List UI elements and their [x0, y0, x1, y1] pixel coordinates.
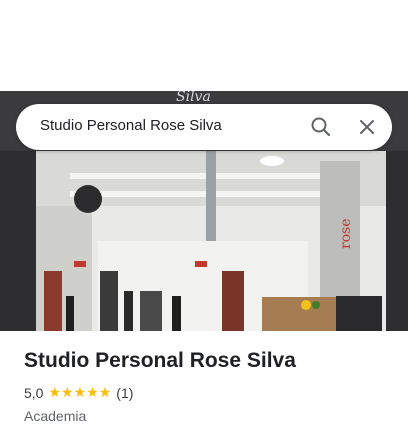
- star-icon: ★: [48, 385, 62, 401]
- wall-fan: [74, 185, 102, 213]
- person: [66, 296, 74, 331]
- ceiling-beam: [70, 173, 320, 179]
- place-info: Studio Personal Rose Silva 5,0 ★ ★ ★ ★ ★…: [24, 346, 394, 424]
- star-icon: ★: [86, 385, 99, 401]
- cabinet: [336, 296, 382, 331]
- fruit: [301, 300, 311, 310]
- star-icon: ★: [61, 385, 74, 401]
- gym-equipment: [44, 271, 62, 331]
- search-bar[interactable]: Studio Personal Rose Silva: [16, 104, 392, 150]
- search-icon[interactable]: [306, 112, 336, 142]
- person: [172, 296, 181, 331]
- review-count[interactable]: (1): [116, 385, 133, 401]
- storefront-sign: Silva: [176, 91, 211, 105]
- exit-sign: [195, 261, 207, 267]
- ceiling-beam: [70, 191, 320, 197]
- person: [124, 291, 133, 331]
- rating-value: 5,0: [24, 385, 44, 401]
- weight-rack: [140, 291, 162, 331]
- star-icon: ★: [98, 385, 112, 401]
- place-title[interactable]: Studio Personal Rose Silva: [24, 346, 394, 376]
- exit-sign: [74, 261, 86, 267]
- gym-equipment: [100, 271, 118, 331]
- pillar: [386, 151, 408, 331]
- star-rating: ★ ★ ★ ★ ★: [48, 386, 111, 400]
- rating-row[interactable]: 5,0 ★ ★ ★ ★ ★ (1): [24, 383, 394, 403]
- pillar: [0, 151, 36, 331]
- close-icon[interactable]: [352, 112, 382, 142]
- gym-equipment: [222, 271, 244, 331]
- fruit: [312, 301, 320, 309]
- search-input[interactable]: Studio Personal Rose Silva: [40, 117, 222, 134]
- star-icon: ★: [73, 385, 87, 401]
- ceiling-light: [260, 156, 284, 166]
- wall-logo: rose: [338, 218, 354, 249]
